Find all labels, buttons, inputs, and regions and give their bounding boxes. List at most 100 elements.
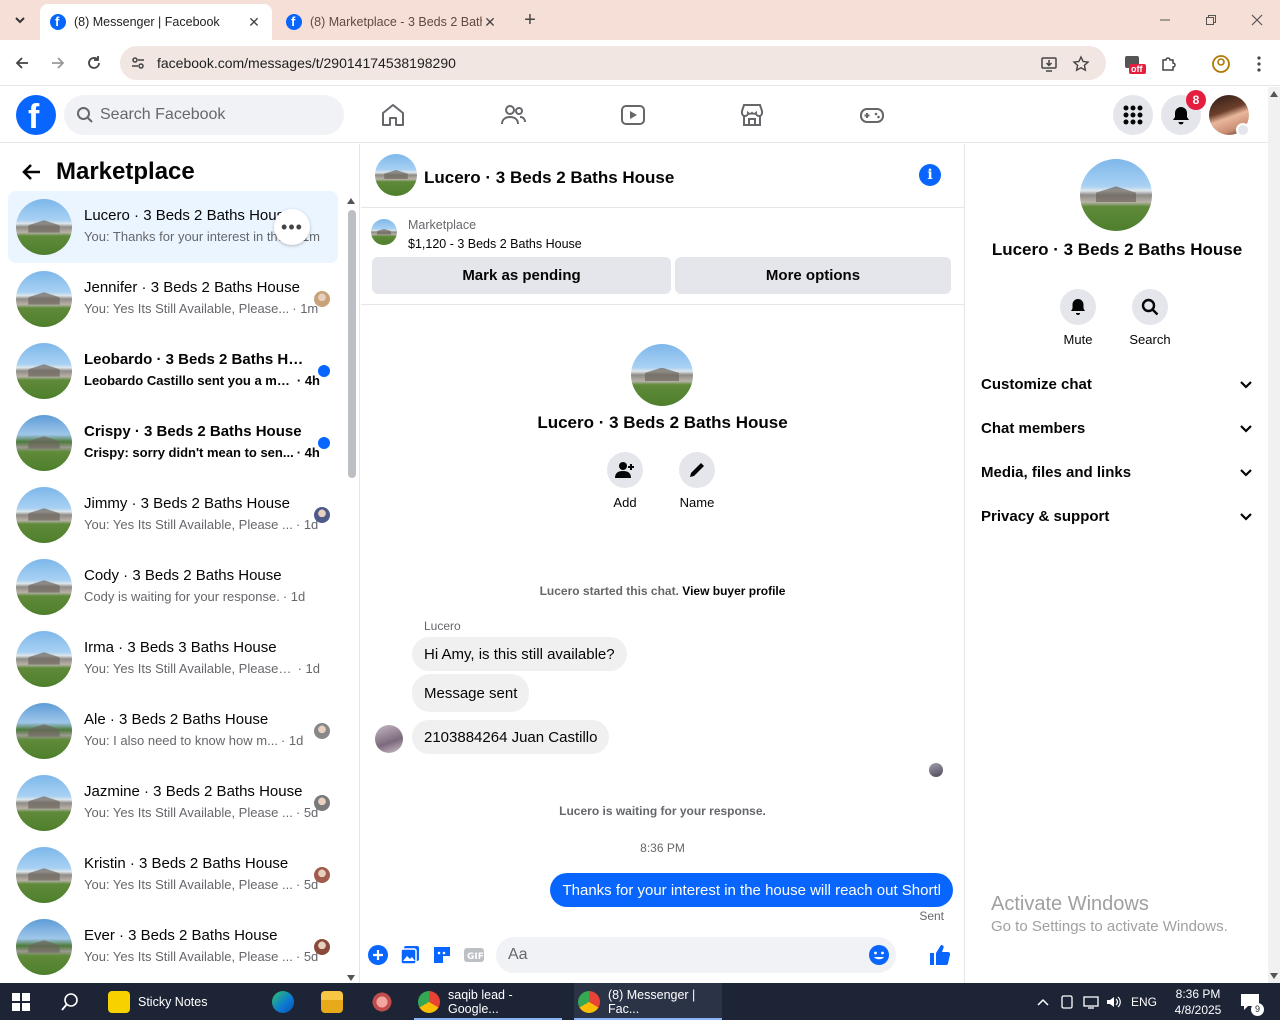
close-tab-icon[interactable]: ✕: [482, 14, 498, 31]
conversation-item[interactable]: Cody · 3 Beds 2 Baths House Cody is waiti…: [8, 551, 338, 623]
conversation-item[interactable]: Jazmine · 3 Beds 2 Baths House You: Yes I…: [8, 767, 338, 839]
conversation-item[interactable]: Crispy · 3 Beds 2 Baths House Crispy: sor…: [8, 407, 338, 479]
emoji-icon[interactable]: [868, 944, 890, 966]
back-button[interactable]: [16, 156, 48, 188]
action-center-button[interactable]: 9: [1236, 983, 1264, 1020]
nav-friends[interactable]: [497, 99, 529, 131]
search-in-chat-action[interactable]: Search: [1120, 289, 1180, 347]
mark-as-pending-button[interactable]: Mark as pending: [372, 257, 671, 294]
taskbar-sticky-notes[interactable]: Sticky Notes: [108, 983, 207, 1020]
close-window-button[interactable]: [1242, 6, 1272, 34]
menu-button[interactable]: [1113, 95, 1153, 135]
incoming-message[interactable]: 2103884264 Juan Castillo: [412, 720, 610, 754]
nav-video[interactable]: [617, 99, 649, 131]
gif-button[interactable]: GIF: [462, 943, 486, 967]
section-label: Media, files and links: [981, 463, 1132, 481]
notification-badge: 8: [1186, 90, 1206, 110]
conversation-item[interactable]: Lucero · 3 Beds 2 Baths House You: Thanks…: [8, 191, 338, 263]
name-chat-action[interactable]: Name: [667, 452, 727, 510]
conversation-item[interactable]: Jimmy · 3 Beds 2 Baths House You: Yes Its…: [8, 479, 338, 551]
conversation-item[interactable]: Leobardo · 3 Beds 2 Baths House Leobardo …: [8, 335, 338, 407]
more-options-button[interactable]: More options: [675, 257, 951, 294]
bookmark-star-icon[interactable]: [1070, 53, 1092, 75]
browser-menu-icon[interactable]: [1248, 53, 1270, 75]
bell-icon: [1173, 107, 1189, 125]
taskbar-label: saqib lead - Google...: [448, 987, 513, 1016]
site-settings-icon[interactable]: [128, 53, 148, 73]
listing-thumbnail[interactable]: [371, 219, 397, 245]
back-button[interactable]: [8, 49, 36, 77]
snippet-text: You: Yes Its Still Available, Please ...: [84, 517, 293, 532]
restore-button[interactable]: [1196, 6, 1226, 34]
chat-avatar[interactable]: [375, 154, 417, 196]
conversation-item[interactable]: Ever · 3 Beds 2 Baths House You: Yes Its …: [8, 911, 338, 983]
nav-gaming[interactable]: [856, 99, 888, 131]
chat-title[interactable]: Lucero · 3 Beds 2 Baths House: [424, 168, 674, 188]
media-files-links-section[interactable]: Media, files and links: [981, 452, 1253, 492]
conversation-name: Jazmine · 3 Beds 2 Baths House: [84, 783, 303, 800]
taskbar-edge[interactable]: [272, 983, 302, 1020]
message-input[interactable]: [508, 937, 868, 973]
install-app-icon[interactable]: [1038, 53, 1060, 75]
chat-list-scrollbar[interactable]: [346, 198, 356, 981]
sticker-button[interactable]: [430, 943, 454, 967]
more-actions-button[interactable]: [366, 943, 390, 967]
conversation-name: Jennifer · 3 Beds 2 Baths House: [84, 279, 300, 296]
tab-messenger[interactable]: (8) Messenger | Facebook ✕: [40, 4, 272, 40]
incoming-message[interactable]: Hi Amy, is this still available?: [412, 637, 627, 671]
taskbar-file-explorer[interactable]: [321, 983, 351, 1020]
chat-members-section[interactable]: Chat members: [981, 408, 1253, 448]
attach-media-button[interactable]: [398, 943, 422, 967]
page-scrollbar[interactable]: [1268, 87, 1280, 983]
message-input-box[interactable]: [496, 937, 896, 973]
taskbar-clock[interactable]: 8:36 PM 4/8/2025: [1164, 986, 1232, 1018]
forward-button[interactable]: [44, 49, 72, 77]
reload-button[interactable]: [80, 49, 108, 77]
start-button[interactable]: [12, 983, 30, 1020]
arrow-left-icon: [22, 164, 40, 180]
account-chevron-icon[interactable]: [1236, 123, 1250, 137]
outgoing-message[interactable]: Thanks for your interest in the house wi…: [550, 873, 953, 907]
incoming-message[interactable]: Message sent: [412, 674, 530, 712]
conversation-name: Crispy · 3 Beds 2 Baths House: [84, 423, 302, 440]
chevron-down-icon: [1240, 469, 1252, 477]
network-icon[interactable]: [1082, 983, 1100, 1020]
taskbar-search-button[interactable]: [60, 983, 80, 1020]
show-hidden-icons-button[interactable]: [1034, 983, 1052, 1020]
taskbar-snipping-tool[interactable]: [371, 983, 401, 1020]
conversation-more-button[interactable]: •••: [274, 209, 310, 245]
listing-price-title[interactable]: $1,120 - 3 Beds 2 Baths House: [408, 237, 582, 251]
privacy-support-section[interactable]: Privacy & support: [981, 496, 1253, 536]
tab-marketplace[interactable]: (8) Marketplace - 3 Beds 2 Bath ✕: [276, 4, 508, 40]
conversation-item[interactable]: Irma · 3 Beds 3 Baths House You: Yes Its …: [8, 623, 338, 695]
minimize-button[interactable]: [1150, 6, 1180, 34]
tray-device-icon[interactable]: [1058, 983, 1076, 1020]
facebook-search[interactable]: [64, 95, 344, 135]
conversation-item[interactable]: Kristin · 3 Beds 2 Baths House You: Yes I…: [8, 839, 338, 911]
taskbar-chrome-window-1[interactable]: saqib lead - Google...: [414, 983, 562, 1020]
close-tab-icon[interactable]: ✕: [246, 14, 262, 31]
grid-menu-icon: [1123, 105, 1143, 125]
volume-icon[interactable]: [1105, 983, 1123, 1020]
customize-chat-section[interactable]: Customize chat: [981, 364, 1253, 404]
search-input[interactable]: [100, 95, 330, 135]
address-bar[interactable]: facebook.com/messages/t/2901417453819829…: [120, 46, 1106, 80]
mute-action[interactable]: Mute: [1048, 289, 1108, 347]
facebook-logo[interactable]: f: [16, 95, 56, 136]
extension-off-icon[interactable]: off: [1124, 53, 1146, 75]
view-buyer-profile-link[interactable]: View buyer profile: [682, 584, 785, 598]
nav-home[interactable]: [377, 99, 409, 131]
new-tab-button[interactable]: +: [518, 8, 542, 32]
extensions-puzzle-icon[interactable]: [1158, 53, 1180, 75]
conversation-item[interactable]: Jennifer · 3 Beds 2 Baths House You: Yes …: [8, 263, 338, 335]
tab-search-button[interactable]: [6, 6, 34, 34]
conversation-item[interactable]: Ale · 3 Beds 2 Baths House You: I also ne…: [8, 695, 338, 767]
taskbar-chrome-window-2[interactable]: (8) Messenger | Fac...: [574, 983, 722, 1020]
like-button[interactable]: [928, 943, 952, 967]
input-language[interactable]: ENG: [1130, 983, 1158, 1020]
info-icon[interactable]: i: [919, 164, 941, 186]
nav-marketplace[interactable]: [736, 99, 768, 131]
profile-icon[interactable]: [1210, 53, 1232, 75]
add-people-action[interactable]: Add: [595, 452, 655, 510]
sender-avatar[interactable]: [375, 725, 403, 753]
